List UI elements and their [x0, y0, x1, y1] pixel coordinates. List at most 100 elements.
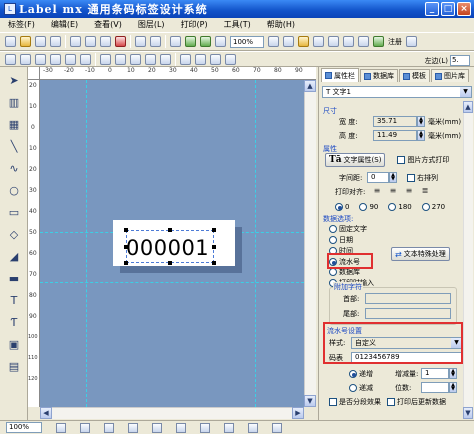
- resize-handle[interactable]: [124, 245, 128, 249]
- height-spinner[interactable]: ▲ ▼: [417, 130, 425, 141]
- layer-icon[interactable]: [328, 36, 339, 47]
- date-radio[interactable]: [329, 236, 337, 244]
- rectangle-tool-icon[interactable]: ▭: [7, 205, 21, 219]
- chevron-down-icon[interactable]: ▼: [460, 87, 471, 97]
- group-icon[interactable]: [210, 53, 221, 65]
- resize-handle[interactable]: [168, 261, 172, 265]
- barcode-tool-icon[interactable]: ▥: [7, 95, 21, 109]
- scroll-down-icon[interactable]: ▼: [463, 407, 473, 419]
- object-select[interactable]: T 文字1 ▼: [322, 86, 472, 98]
- same-height-icon[interactable]: [115, 53, 126, 65]
- menu-tools[interactable]: 工具(T): [216, 18, 259, 32]
- save-icon[interactable]: [35, 36, 46, 47]
- print-icon[interactable]: [170, 36, 181, 47]
- resize-handle[interactable]: [168, 228, 172, 232]
- scroll-down-icon[interactable]: ▼: [304, 395, 316, 407]
- curve-tool-icon[interactable]: ∿: [7, 161, 21, 175]
- print-preview-icon[interactable]: [50, 36, 61, 47]
- status-lock-icon[interactable]: [176, 422, 186, 433]
- delete-icon[interactable]: [115, 36, 126, 47]
- status-ruler-icon[interactable]: [104, 422, 114, 433]
- database-radio[interactable]: [329, 268, 337, 276]
- zoom-out-icon[interactable]: [200, 36, 211, 47]
- tab-properties[interactable]: 属性栏: [321, 68, 359, 82]
- panel-scrollbar[interactable]: ▲ ▼: [463, 101, 473, 419]
- rich-text-tool-icon[interactable]: Ƭ: [7, 315, 21, 329]
- align-center-icon[interactable]: [20, 53, 31, 65]
- width-input[interactable]: 35.71: [373, 116, 417, 127]
- undo-icon[interactable]: [135, 36, 146, 47]
- height-input[interactable]: 11.49: [373, 130, 417, 141]
- scroll-right-icon[interactable]: ▶: [292, 407, 304, 419]
- segmented-checkbox[interactable]: [329, 398, 337, 406]
- lock-icon[interactable]: [343, 36, 354, 47]
- pointer-tool-icon[interactable]: ➤: [7, 73, 21, 87]
- same-width-icon[interactable]: [100, 53, 111, 65]
- distribute-h-icon[interactable]: [145, 53, 156, 65]
- resize-handle[interactable]: [212, 245, 216, 249]
- menu-layer[interactable]: 图层(L): [130, 18, 173, 32]
- refresh-after-print-checkbox[interactable]: [387, 398, 395, 406]
- serial-text-object[interactable]: 000001: [126, 236, 209, 260]
- database-icon[interactable]: [298, 36, 309, 47]
- minimize-button[interactable]: _: [425, 2, 439, 16]
- digits-input[interactable]: [421, 382, 449, 393]
- zoom-in-icon[interactable]: [185, 36, 196, 47]
- align-left-text-icon[interactable]: ≡: [371, 187, 383, 197]
- new-file-icon[interactable]: [5, 36, 16, 47]
- cut-icon[interactable]: [70, 36, 81, 47]
- status-zoom-select[interactable]: 100%: [6, 422, 42, 433]
- align-center-text-icon[interactable]: ≡: [387, 187, 399, 197]
- menu-print[interactable]: 打印(P): [173, 18, 216, 32]
- tab-image-library[interactable]: 图片库: [431, 69, 469, 82]
- status-grid-icon[interactable]: [56, 422, 66, 433]
- help-icon[interactable]: [406, 36, 417, 47]
- status-group-icon[interactable]: [224, 422, 234, 433]
- status-align-icon[interactable]: [200, 422, 210, 433]
- align-top-icon[interactable]: [50, 53, 61, 65]
- step-spinner[interactable]: ▲ ▼: [449, 368, 457, 379]
- status-preview-icon[interactable]: [272, 422, 282, 433]
- qrcode-tool-icon[interactable]: ▦: [7, 117, 21, 131]
- table-tool-icon[interactable]: ▤: [7, 359, 21, 373]
- increment-radio[interactable]: [349, 369, 357, 378]
- settings-icon[interactable]: [313, 36, 324, 47]
- tab-template[interactable]: 模板: [399, 69, 430, 82]
- open-folder-icon[interactable]: [20, 36, 31, 47]
- distribute-v-icon[interactable]: [160, 53, 171, 65]
- align-middle-icon[interactable]: [65, 53, 76, 65]
- text-special-button[interactable]: ⇄ 文本特殊处理: [391, 247, 450, 261]
- close-button[interactable]: ×: [457, 2, 471, 16]
- resize-handle[interactable]: [124, 228, 128, 232]
- align-justify-text-icon[interactable]: ≣: [419, 187, 431, 197]
- status-guide-icon[interactable]: [128, 422, 138, 433]
- scroll-up-icon[interactable]: ▲: [463, 101, 473, 113]
- bring-front-icon[interactable]: [180, 53, 191, 65]
- send-back-icon[interactable]: [195, 53, 206, 65]
- redo-icon[interactable]: [150, 36, 161, 47]
- design-canvas[interactable]: 000001: [40, 80, 304, 407]
- step-input[interactable]: 1: [421, 368, 449, 379]
- zoom-select[interactable]: 100%: [230, 35, 264, 48]
- ellipse-tool-icon[interactable]: ○: [7, 183, 21, 197]
- status-layer-icon[interactable]: [152, 422, 162, 433]
- align-bottom-icon[interactable]: [80, 53, 91, 65]
- copy-icon[interactable]: [85, 36, 96, 47]
- decrement-radio[interactable]: [349, 383, 357, 392]
- color-bar-tool-icon[interactable]: ▬: [7, 271, 21, 285]
- refresh-icon[interactable]: [373, 36, 384, 47]
- width-spinner[interactable]: ▲ ▼: [417, 116, 425, 127]
- align-right-icon[interactable]: [35, 53, 46, 65]
- line-tool-icon[interactable]: ╲: [7, 139, 21, 153]
- image-tool-icon[interactable]: ▣: [7, 337, 21, 351]
- same-size-icon[interactable]: [130, 53, 141, 65]
- char-spacing-spinner[interactable]: ▲ ▼: [389, 172, 397, 183]
- right-arrange-checkbox[interactable]: [407, 173, 415, 182]
- text-attr-button[interactable]: Tā 文字属性(S): [325, 153, 386, 167]
- tab-database[interactable]: 数据库: [360, 69, 398, 82]
- status-print-icon[interactable]: [248, 422, 258, 433]
- scroll-up-icon[interactable]: ▲: [304, 80, 316, 92]
- resize-handle[interactable]: [124, 261, 128, 265]
- rotation-270-radio[interactable]: [421, 203, 430, 211]
- resize-handle[interactable]: [212, 228, 216, 232]
